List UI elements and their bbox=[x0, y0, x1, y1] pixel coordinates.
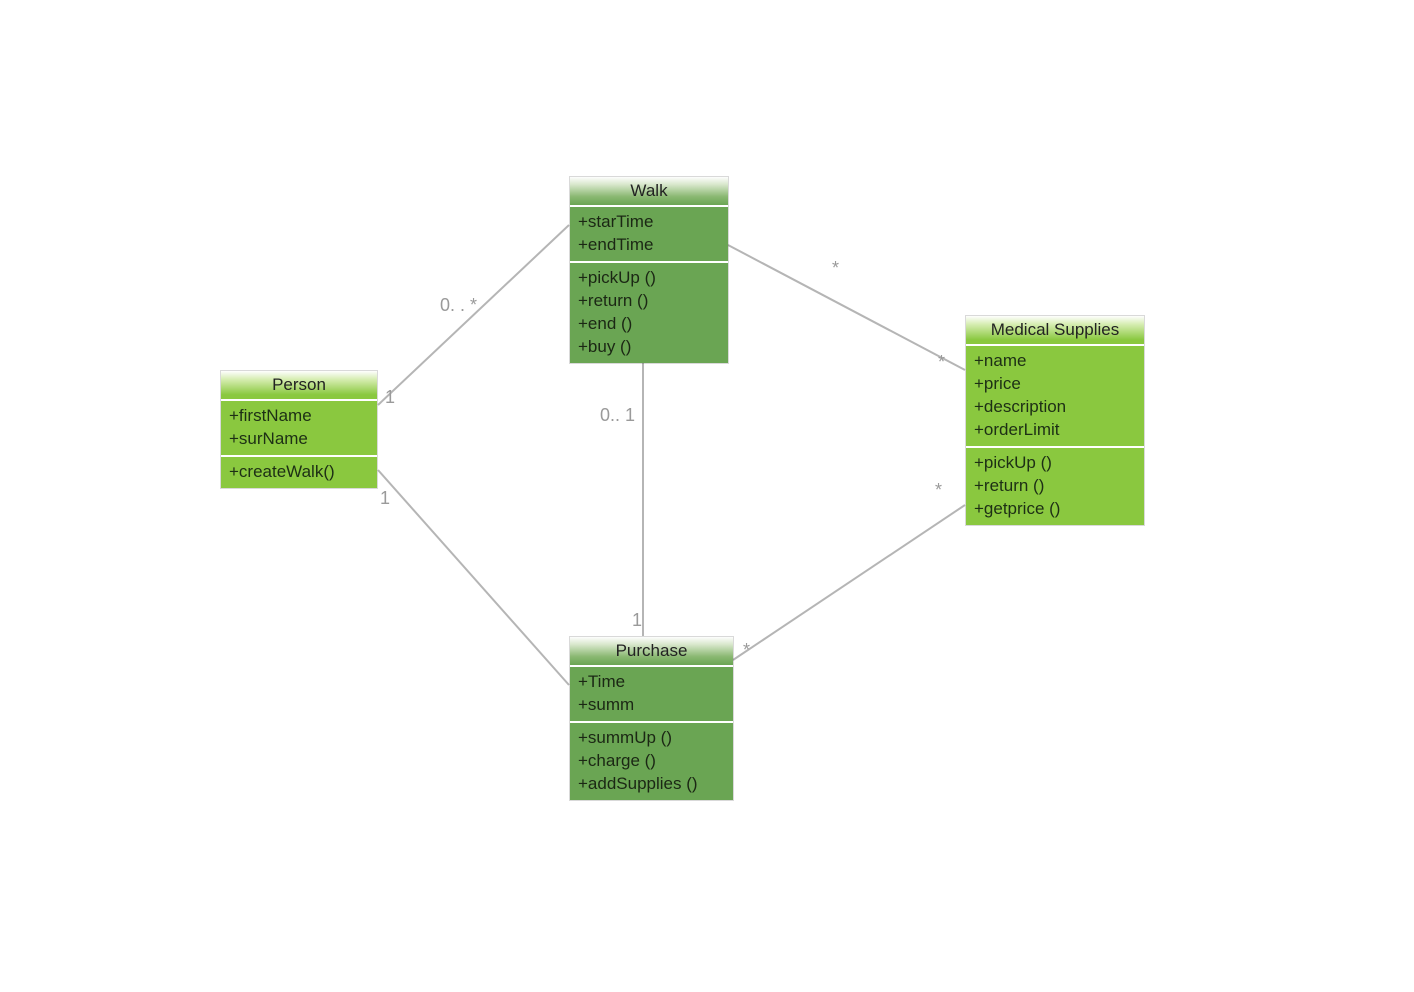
class-person-methods: +createWalk() bbox=[221, 457, 377, 488]
method: +pickUp () bbox=[578, 267, 720, 290]
class-purchase-attributes: +Time +summ bbox=[570, 667, 733, 723]
method: +end () bbox=[578, 313, 720, 336]
class-purchase-methods: +summUp () +charge () +addSupplies () bbox=[570, 723, 733, 800]
class-walk-attributes: +starTime +endTime bbox=[570, 207, 728, 263]
method: +summUp () bbox=[578, 727, 725, 750]
mult-purchase-medical-right: * bbox=[935, 480, 942, 501]
association-lines bbox=[0, 0, 1414, 992]
class-person-title: Person bbox=[221, 371, 377, 401]
mult-person-purchase-1: 1 bbox=[380, 488, 390, 509]
class-person-attributes: +firstName +surName bbox=[221, 401, 377, 457]
method: +return () bbox=[974, 475, 1136, 498]
attr: +starTime bbox=[578, 211, 720, 234]
method: +createWalk() bbox=[229, 461, 369, 484]
class-medical-methods: +pickUp () +return () +getprice () bbox=[966, 448, 1144, 525]
method: +getprice () bbox=[974, 498, 1136, 521]
attr: +orderLimit bbox=[974, 419, 1136, 442]
class-medical-supplies[interactable]: Medical Supplies +name +price +descripti… bbox=[965, 315, 1145, 526]
method: +return () bbox=[578, 290, 720, 313]
mult-person-walk-many: 0. . * bbox=[440, 295, 477, 316]
mult-walk-purchase-1: 1 bbox=[632, 610, 642, 631]
attr: +firstName bbox=[229, 405, 369, 428]
method: +charge () bbox=[578, 750, 725, 773]
class-walk-title: Walk bbox=[570, 177, 728, 207]
mult-walk-medical-left: * bbox=[832, 258, 839, 279]
class-walk[interactable]: Walk +starTime +endTime +pickUp () +retu… bbox=[569, 176, 729, 364]
attr: +name bbox=[974, 350, 1136, 373]
attr: +surName bbox=[229, 428, 369, 451]
class-purchase[interactable]: Purchase +Time +summ +summUp () +charge … bbox=[569, 636, 734, 801]
method: +pickUp () bbox=[974, 452, 1136, 475]
mult-person-walk-1: 1 bbox=[385, 387, 395, 408]
attr: +description bbox=[974, 396, 1136, 419]
attr: +price bbox=[974, 373, 1136, 396]
class-walk-methods: +pickUp () +return () +end () +buy () bbox=[570, 263, 728, 363]
mult-walk-medical-right: * bbox=[938, 352, 945, 373]
attr: +Time bbox=[578, 671, 725, 694]
attr: +endTime bbox=[578, 234, 720, 257]
mult-walk-purchase-0-1: 0.. 1 bbox=[600, 405, 635, 426]
method: +addSupplies () bbox=[578, 773, 725, 796]
class-purchase-title: Purchase bbox=[570, 637, 733, 667]
class-medical-attributes: +name +price +description +orderLimit bbox=[966, 346, 1144, 448]
class-person[interactable]: Person +firstName +surName +createWalk() bbox=[220, 370, 378, 489]
mult-purchase-medical-left: * bbox=[743, 640, 750, 661]
attr: +summ bbox=[578, 694, 725, 717]
uml-canvas: Person +firstName +surName +createWalk()… bbox=[0, 0, 1414, 992]
class-medical-title: Medical Supplies bbox=[966, 316, 1144, 346]
method: +buy () bbox=[578, 336, 720, 359]
